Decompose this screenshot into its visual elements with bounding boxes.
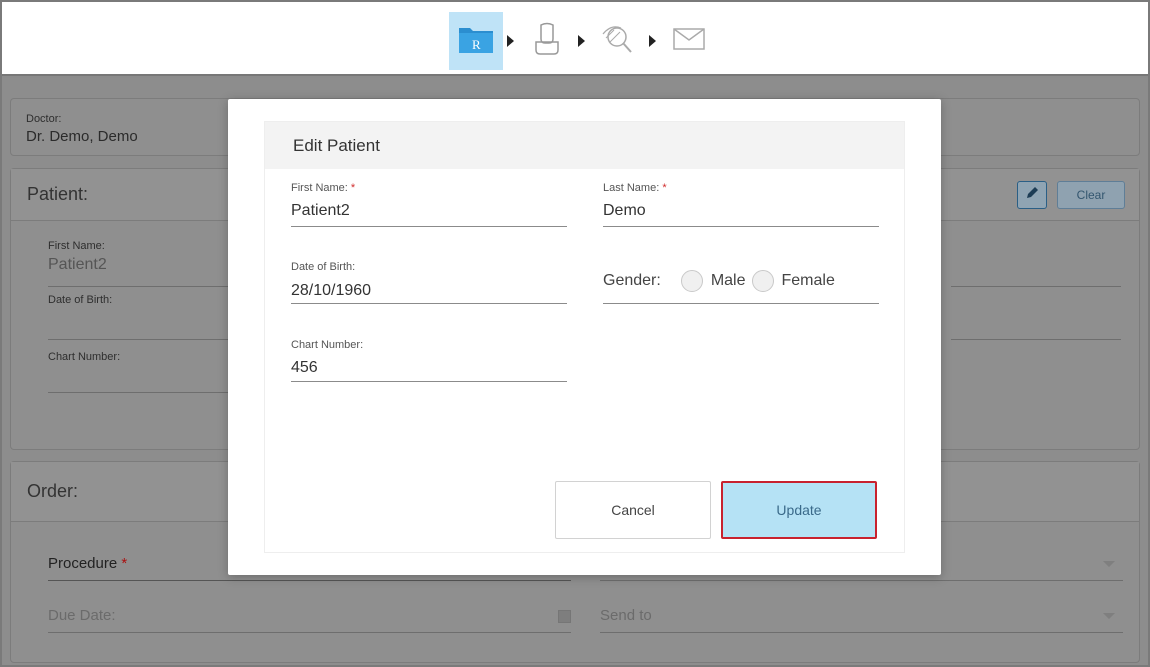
bg-first-name-label: First Name: (48, 240, 105, 252)
due-date-label[interactable]: Due Date: (48, 607, 116, 624)
scan-tooth-icon (532, 22, 562, 61)
step-send[interactable] (662, 12, 716, 70)
last-name-required-mark: * (662, 182, 667, 194)
gender-male-label[interactable]: Male (711, 272, 746, 290)
procedure-required-mark: * (121, 555, 128, 572)
edit-patient-card: Edit Patient First Name: * Patient2 Last… (264, 121, 905, 553)
edit-patient-modal: Edit Patient First Name: * Patient2 Last… (228, 99, 941, 575)
edit-patient-button[interactable] (1017, 181, 1047, 209)
bg-first-name-line (48, 286, 238, 287)
first-name-required-mark: * (350, 182, 356, 194)
dropdown-chevron-icon (1103, 561, 1115, 567)
update-button[interactable]: Update (721, 481, 877, 539)
bg-first-name-value: Patient2 (48, 256, 107, 273)
doctor-label: Doctor: (26, 113, 62, 125)
rx-folder-icon: R (458, 24, 494, 59)
order-header-label: Order: (27, 481, 79, 501)
gender-female-radio[interactable] (751, 270, 774, 292)
bg-dob-label: Date of Birth: (48, 294, 113, 306)
pencil-icon (1025, 186, 1039, 205)
view-magnifier-icon (600, 22, 636, 61)
chart-number-field[interactable]: 456 (291, 359, 318, 377)
doctor-value: Dr. Demo, Demo (26, 128, 138, 145)
chart-number-label: Chart Number: (291, 339, 364, 351)
bg-chart-number-label: Chart Number: (48, 351, 121, 363)
patient-header-label: Patient: (27, 184, 89, 204)
due-date-line (48, 632, 571, 633)
step-view[interactable] (591, 12, 645, 70)
modal-title-text: Edit Patient (293, 135, 380, 155)
step-scan[interactable] (520, 12, 574, 70)
procedure-line (48, 580, 571, 581)
first-name-label-text: First Name: (291, 182, 348, 194)
bg-chart-number-line (48, 392, 238, 393)
workflow-toolbar: R (2, 2, 1148, 76)
step-rx[interactable]: R (449, 12, 503, 70)
procedure-label[interactable]: Procedure * (48, 555, 127, 572)
rx-letter: R (472, 37, 481, 52)
order-right-line-1 (600, 580, 1123, 581)
first-name-underline (291, 226, 567, 227)
step-arrow-icon (578, 35, 585, 47)
workflow-steps: R (449, 12, 716, 70)
last-name-label: Last Name: * (603, 182, 667, 194)
send-to-line (600, 632, 1123, 633)
gender-male-radio[interactable] (680, 270, 703, 292)
last-name-field[interactable]: Demo (603, 202, 646, 220)
chart-number-underline (291, 381, 567, 382)
clear-button[interactable]: Clear (1057, 181, 1125, 209)
send-envelope-icon (673, 27, 705, 55)
dob-field[interactable]: 28/10/1960 (291, 282, 371, 300)
bg-dob-line (48, 339, 238, 340)
calendar-icon[interactable] (558, 610, 571, 623)
last-name-underline (603, 226, 879, 227)
step-arrow-icon (649, 35, 656, 47)
cancel-button[interactable]: Cancel (555, 481, 711, 539)
dob-label: Date of Birth: (291, 261, 356, 273)
gender-label: Gender: (603, 272, 661, 289)
procedure-label-text: Procedure (48, 555, 118, 572)
bg-gender-line (951, 339, 1121, 340)
dropdown-chevron-icon (1103, 613, 1115, 619)
first-name-label: First Name: * (291, 182, 355, 194)
send-to-label[interactable]: Send to (600, 607, 652, 624)
modal-title: Edit Patient (265, 122, 904, 169)
last-name-label-text: Last Name: (603, 182, 660, 194)
gender-underline (603, 303, 879, 304)
step-arrow-icon (507, 35, 514, 47)
gender-female-label[interactable]: Female (782, 272, 835, 290)
dob-underline (291, 303, 567, 304)
gender-group: Gender: Male Female (603, 270, 835, 292)
bg-last-name-line (951, 286, 1121, 287)
first-name-field[interactable]: Patient2 (291, 202, 350, 220)
